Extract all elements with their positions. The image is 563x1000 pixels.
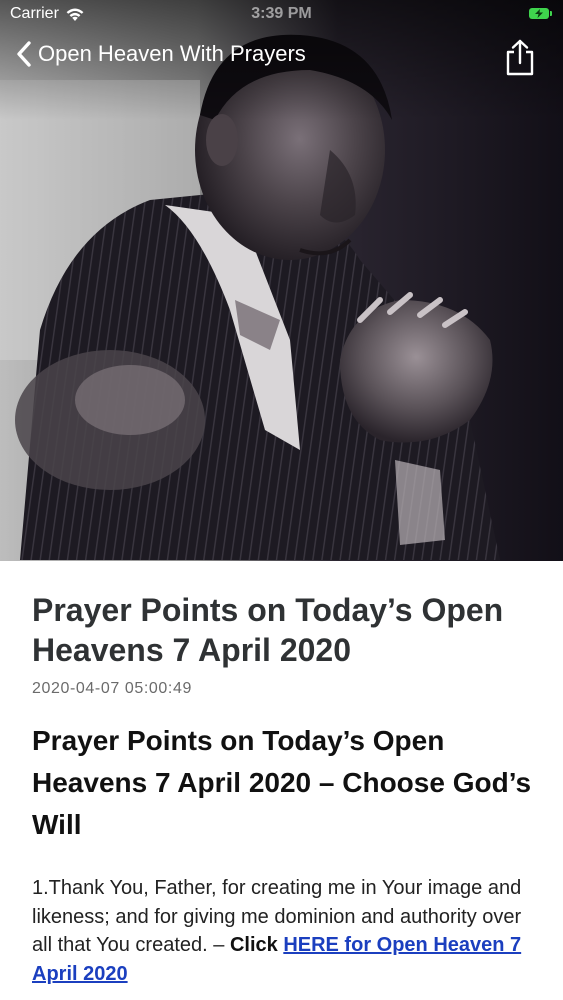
chevron-left-icon xyxy=(17,41,31,67)
content-paragraph: 1.Thank You, Father, for creating me in … xyxy=(32,874,532,988)
battery-charging-icon xyxy=(529,8,552,19)
back-button-label: Open Heaven With Prayers xyxy=(38,41,306,66)
post-title: Prayer Points on Today’s Open Heavens 7 … xyxy=(32,592,504,668)
hero-image xyxy=(0,0,563,561)
status-time: 3:39 PM xyxy=(251,5,312,22)
back-button[interactable]: Open Heaven With Prayers xyxy=(16,40,306,68)
screen: Carrier 3:39 PM Open Heaven With Prayers xyxy=(0,0,563,1000)
praying-man-photo xyxy=(0,0,563,561)
content-heading: Prayer Points on Today’s Open Heavens 7 … xyxy=(32,725,532,840)
bolt-icon xyxy=(535,9,543,18)
paragraph-bold-text: Click xyxy=(229,934,278,956)
post-date: 2020-04-07 05:00:49 xyxy=(32,680,192,697)
navigation-bar: Open Heaven With Prayers xyxy=(0,36,563,82)
status-bar: Carrier 3:39 PM xyxy=(0,0,563,30)
share-icon xyxy=(506,39,534,76)
share-button[interactable] xyxy=(503,38,537,78)
article-body: Prayer Points on Today’s Open Heavens 7 … xyxy=(32,590,532,988)
